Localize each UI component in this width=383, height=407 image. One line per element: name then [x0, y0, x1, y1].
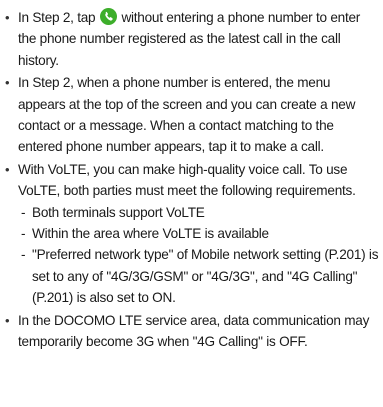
sub-list-item: - Both terminals support VoLTE: [18, 202, 381, 223]
bullet-text: In Step 2, when a phone number is entere…: [18, 75, 356, 155]
bullet-text: In the DOCOMO LTE service area, data com…: [18, 312, 370, 350]
sub-list-item: - "Preferred network type" of Mobile net…: [18, 244, 381, 308]
bullet-text: With VoLTE, you can make high-quality vo…: [18, 161, 356, 199]
sub-list-item: - Within the area where VoLTE is availab…: [18, 223, 381, 244]
phone-call-icon: [99, 8, 117, 25]
dash-marker: -: [21, 226, 26, 242]
bullet-item-lte-area: • In the DOCOMO LTE service area, data c…: [0, 310, 383, 353]
dash-marker: -: [21, 247, 26, 263]
sub-item-text: Both terminals support VoLTE: [32, 204, 205, 220]
dash-marker: -: [21, 204, 26, 220]
bullet-marker: •: [5, 312, 10, 328]
bullet-item-volte: • With VoLTE, you can make high-quality …: [0, 159, 383, 309]
volte-requirements-list: - Both terminals support VoLTE - Within …: [18, 202, 381, 309]
bullet-marker: •: [5, 161, 10, 177]
bullet-item-call-history: • In Step 2, tap without entering a phon…: [0, 7, 383, 71]
sub-item-text: Within the area where VoLTE is available: [32, 226, 269, 242]
bullet-marker: •: [5, 10, 10, 25]
sub-item-text: "Preferred network type" of Mobile netwo…: [32, 247, 379, 306]
bullet-marker: •: [5, 75, 10, 91]
bullet-text-part: In Step 2, tap: [18, 10, 96, 25]
document-body: • In Step 2, tap without entering a phon…: [0, 0, 383, 407]
bullet-item-menu: • In Step 2, when a phone number is ente…: [0, 72, 383, 158]
